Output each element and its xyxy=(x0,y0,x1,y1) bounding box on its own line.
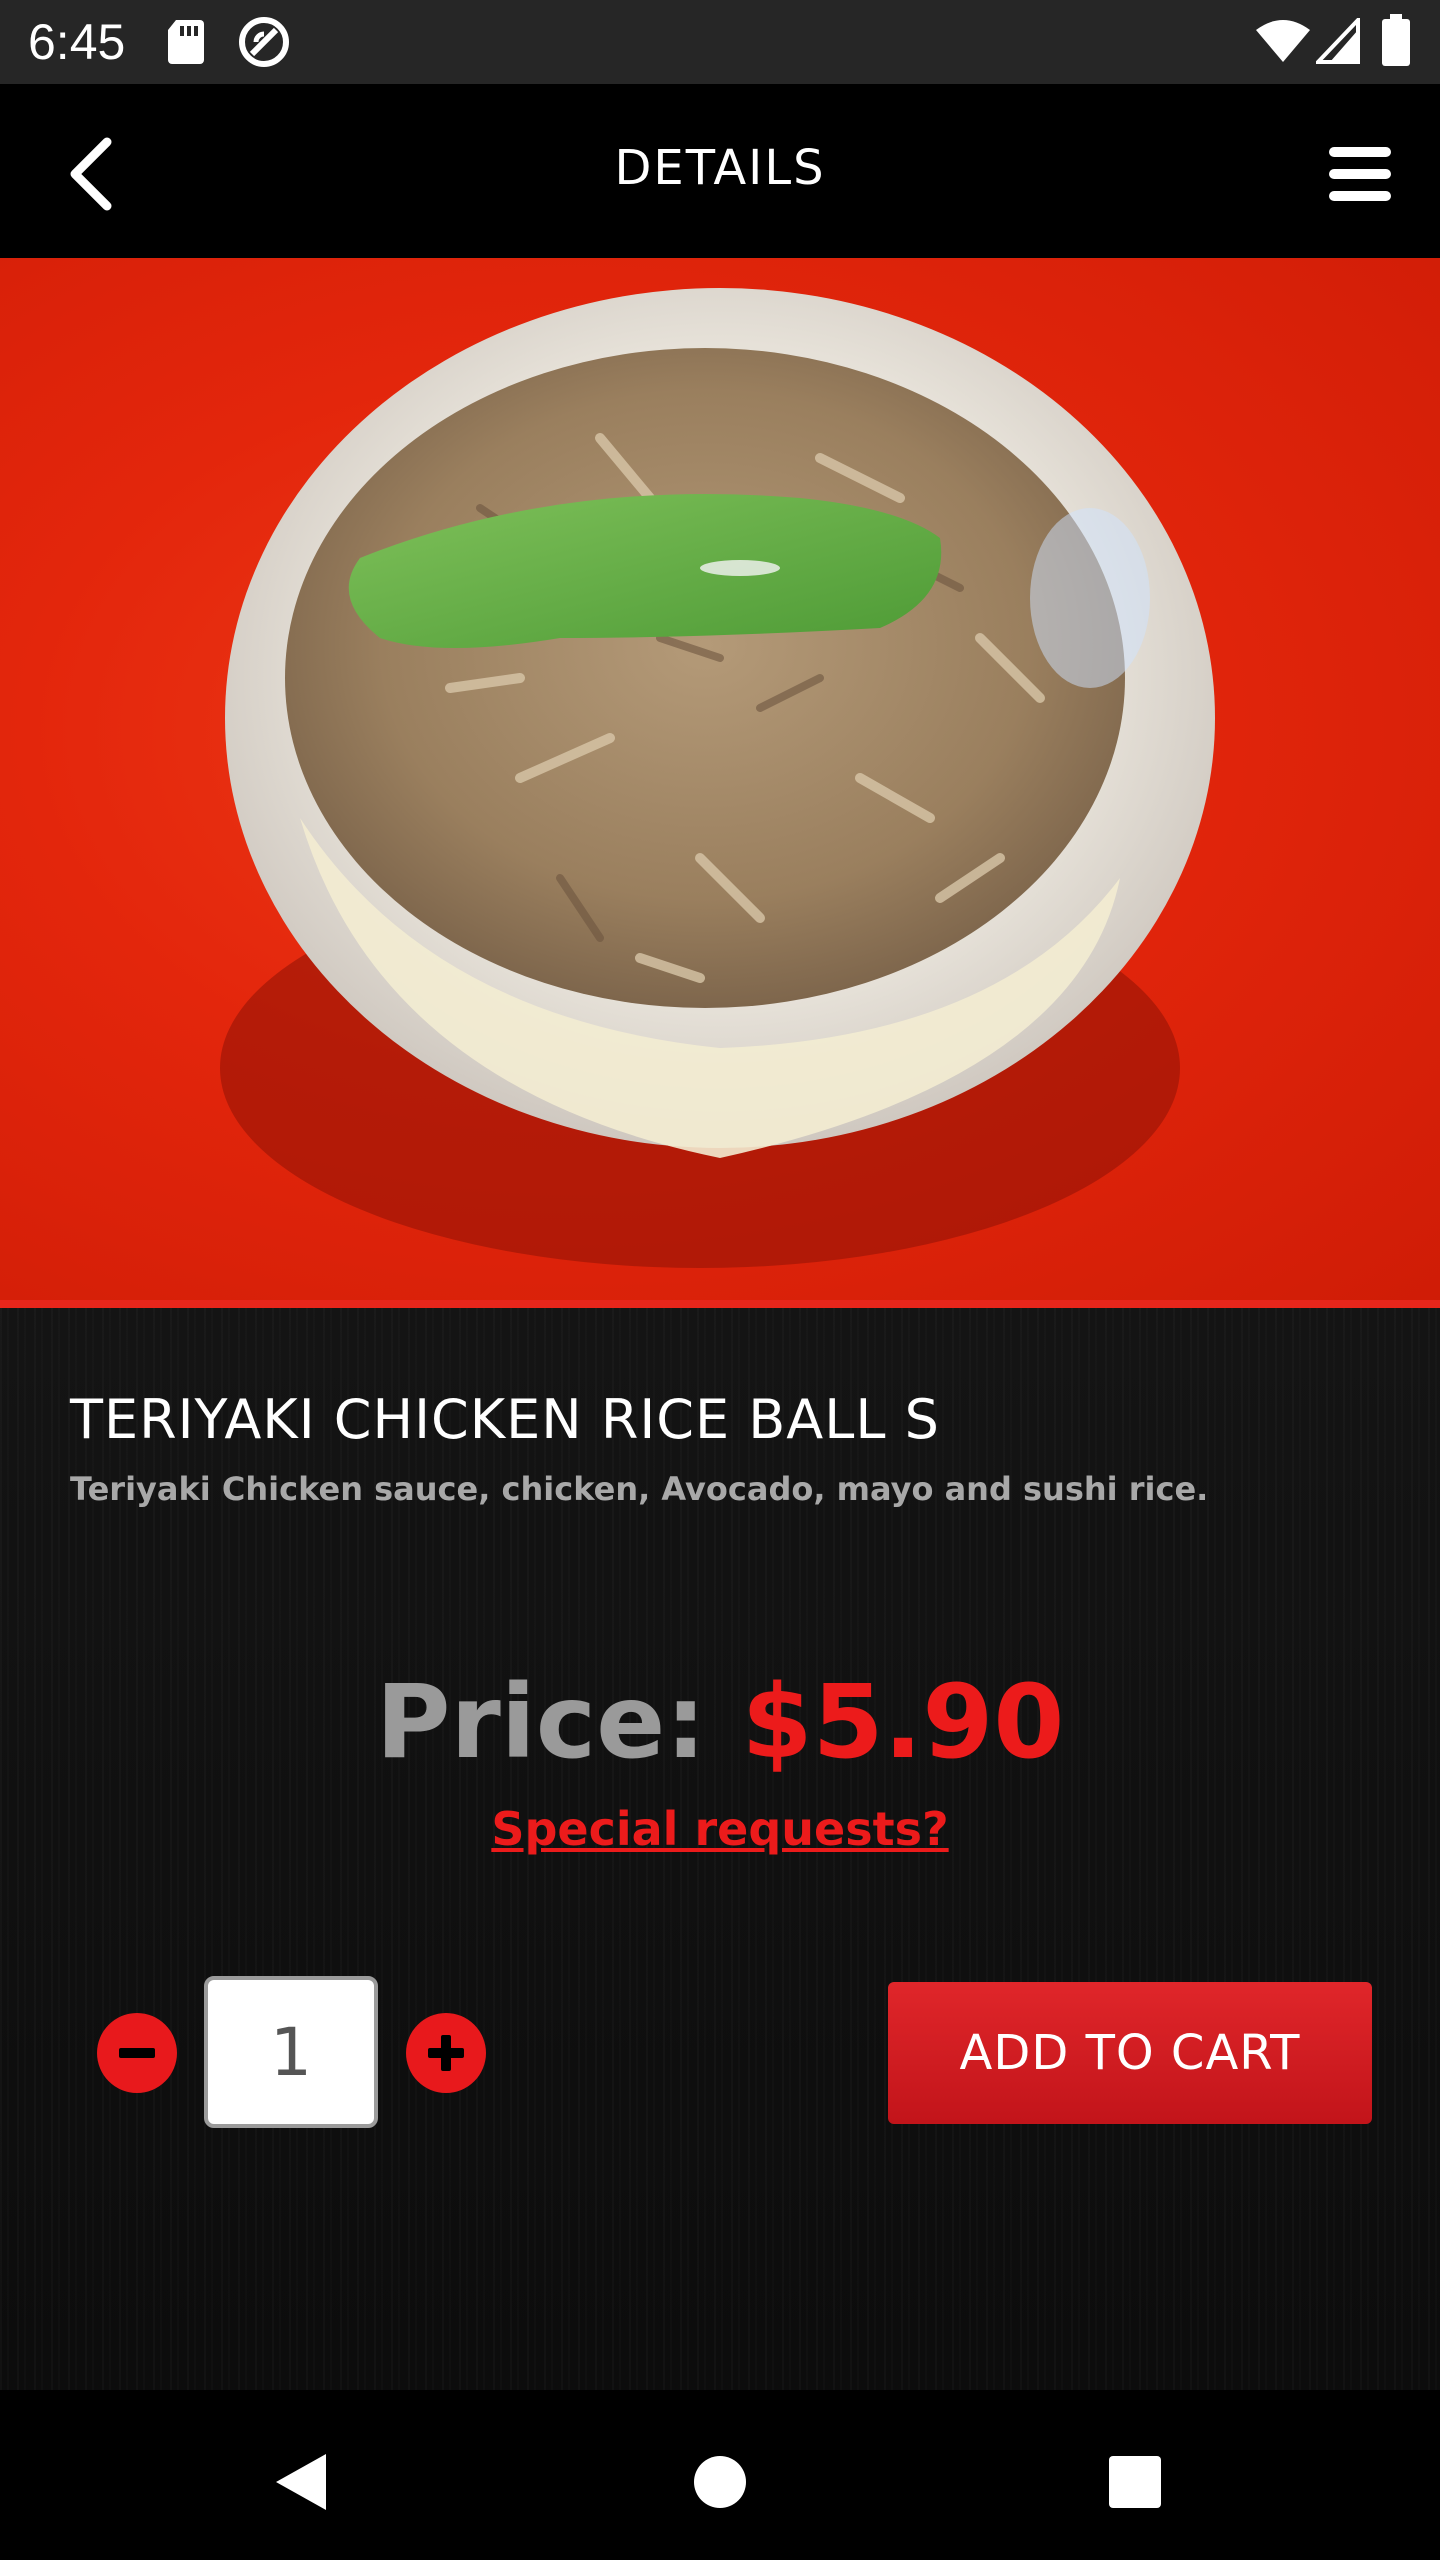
status-bar: 6:45 xyxy=(0,0,1440,84)
recents-square-icon xyxy=(1109,2456,1161,2508)
home-circle-icon xyxy=(694,2456,746,2508)
rice-ball-illustration xyxy=(220,288,1215,1268)
sd-card-icon xyxy=(168,20,204,64)
price-label: Price: xyxy=(375,1663,707,1782)
app-bar: DETAILS xyxy=(0,84,1440,258)
quantity-increase-button[interactable] xyxy=(406,2013,486,2093)
add-to-cart-button[interactable]: ADD TO CART xyxy=(888,1982,1372,2124)
nav-back-button[interactable] xyxy=(250,2432,350,2532)
item-description: Teriyaki Chicken sauce, chicken, Avocado… xyxy=(70,1470,1209,1508)
wifi-icon xyxy=(1256,20,1310,62)
system-nav-bar xyxy=(0,2390,1440,2560)
cell-signal-icon xyxy=(1316,18,1360,64)
quantity-decrease-button[interactable] xyxy=(97,2013,177,2093)
quantity-input[interactable] xyxy=(204,1976,378,2128)
nav-home-button[interactable] xyxy=(670,2432,770,2532)
item-title: TERIYAKI CHICKEN RICE BALL S xyxy=(70,1388,940,1451)
back-triangle-icon xyxy=(276,2454,326,2510)
price-row: Price: $5.90 xyxy=(0,1663,1440,1782)
plus-icon xyxy=(428,2035,464,2071)
item-photo xyxy=(0,258,1440,1308)
special-requests-link[interactable]: Special requests? xyxy=(0,1802,1440,1856)
item-details: TERIYAKI CHICKEN RICE BALL S Teriyaki Ch… xyxy=(0,1308,1440,2390)
menu-button[interactable] xyxy=(1310,129,1410,219)
price-value: $5.90 xyxy=(741,1663,1065,1782)
hamburger-menu-icon xyxy=(1329,147,1391,201)
page-title: DETAILS xyxy=(614,140,826,196)
status-time: 6:45 xyxy=(28,14,126,70)
sync-icon xyxy=(239,17,289,67)
nav-recents-button[interactable] xyxy=(1085,2432,1185,2532)
battery-icon xyxy=(1382,14,1410,66)
minus-icon xyxy=(119,2048,155,2058)
photo-divider xyxy=(0,1300,1440,1308)
